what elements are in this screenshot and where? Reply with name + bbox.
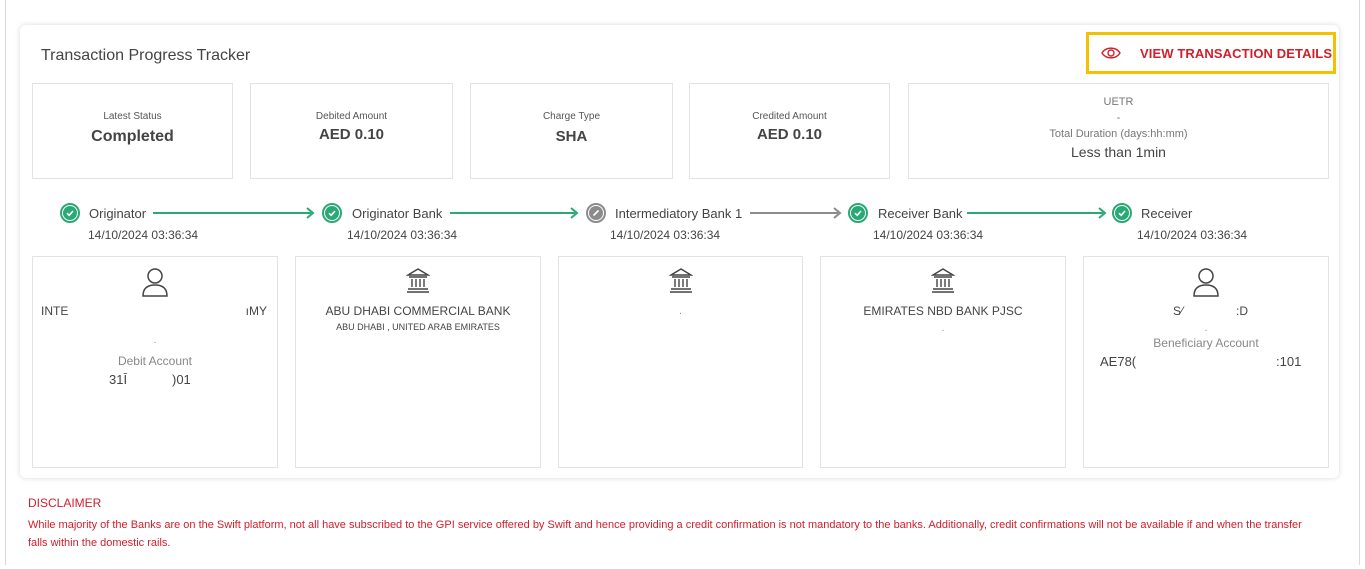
step-arrow-green: [153, 207, 315, 219]
step-originator-bank-check-icon: [322, 203, 342, 223]
eye-icon: [1101, 47, 1121, 59]
uetr-label: UETR: [1103, 96, 1134, 108]
debit-account-start: 31Ī: [109, 372, 128, 387]
step-receiver-date: 14/10/2024 03:36:34: [1137, 228, 1248, 242]
debit-account-end: )01: [172, 372, 191, 387]
step-intermediary-bank-date: 14/10/2024 03:36:34: [610, 228, 721, 242]
total-duration-value: Less than 1min: [1071, 144, 1166, 160]
receiver-bank-name: EMIRATES NBD BANK PJSC: [863, 304, 1023, 318]
uetr-value: -: [1116, 112, 1121, 124]
person-icon: [1193, 268, 1219, 297]
step-receiver-bank-name: Receiver Bank: [878, 206, 963, 221]
disclaimer-text: While majority of the Banks are on the S…: [28, 519, 1302, 549]
step-receiver-check-icon: [1112, 203, 1132, 223]
debited-amount-label: Debited Amount: [315, 111, 388, 122]
total-duration-label: Total Duration (days:hh:mm): [1049, 128, 1188, 140]
originator-card: INTE ıMY . Debit Account 31Ī )01: [32, 256, 278, 468]
view-transaction-details-label: VIEW TRANSACTION DETAILS: [1140, 45, 1333, 61]
step-receiver-bank-check-icon: [848, 203, 868, 223]
step-originator-name: Originator: [89, 206, 147, 221]
originator-name-end: ıMY: [245, 304, 267, 318]
originator-bank-name: ABU DHABI COMMERCIAL BANK: [325, 304, 511, 318]
step-arrow-green: [450, 207, 579, 219]
step-originator-check-icon: [60, 203, 80, 223]
charge-type-value: SHA: [555, 128, 588, 145]
receiver-card: S⁄ :D . Beneficiary Account AE78( :101: [1083, 256, 1329, 468]
step-arrow-grey: [750, 207, 842, 219]
credited-amount-box: Credited Amount AED 0.10: [689, 83, 890, 179]
originator-address: .: [153, 335, 157, 346]
debit-account-label: Debit Account: [117, 354, 193, 368]
charge-type-box: Charge Type SHA: [470, 83, 673, 179]
tracker-card: Transaction Progress Tracker VIEW TRANSA…: [20, 25, 1339, 478]
page-title: Transaction Progress Tracker: [41, 47, 251, 64]
originator-name-start: INTE: [41, 304, 69, 318]
step-receiver-name: Receiver: [1141, 206, 1193, 221]
credited-amount-label: Credited Amount: [752, 111, 827, 122]
latest-status-box: Latest Status Completed: [32, 83, 233, 179]
beneficiary-account-end: :101: [1276, 354, 1302, 369]
step-intermediary-bank-disabled-icon: [586, 203, 606, 223]
debited-amount-value: AED 0.10: [318, 126, 385, 143]
charge-type-label: Charge Type: [542, 111, 601, 122]
originator-bank-card: ABU DHABI COMMERCIAL BANK ABU DHABI , UN…: [295, 256, 541, 468]
latest-status-value: Completed: [91, 128, 174, 145]
receiver-name-start: S⁄: [1173, 304, 1184, 318]
bank-icon: [668, 268, 693, 293]
step-intermediary-bank-name: Intermediatory Bank 1: [615, 206, 743, 221]
bank-icon: [406, 268, 430, 293]
originator-bank-address: ABU DHABI , UNITED ARAB EMIRATES: [336, 322, 500, 332]
step-arrow-green: [967, 207, 1107, 219]
bank-icon: [931, 268, 955, 293]
step-receiver-bank-date: 14/10/2024 03:36:34: [873, 228, 984, 242]
debited-amount-box: Debited Amount AED 0.10: [250, 83, 453, 179]
view-transaction-details-button[interactable]: VIEW TRANSACTION DETAILS: [1086, 32, 1336, 74]
latest-status-label: Latest Status: [103, 111, 162, 122]
intermediary-bank-name: .: [679, 306, 682, 317]
beneficiary-account-label: Beneficiary Account: [1153, 336, 1259, 350]
intermediary-bank-card: .: [558, 256, 803, 468]
step-originator-bank-date: 14/10/2024 03:36:34: [347, 228, 458, 242]
step-originator-date: 14/10/2024 03:36:34: [88, 228, 199, 242]
receiver-address: .: [1204, 323, 1208, 334]
disclaimer-title: DISCLAIMER: [28, 496, 102, 510]
step-originator-bank-name: Originator Bank: [352, 206, 443, 221]
receiver-bank-address: .: [941, 323, 945, 334]
credited-amount-value: AED 0.10: [756, 126, 823, 143]
uetr-box: UETR - Total Duration (days:hh:mm) Less …: [908, 83, 1329, 179]
receiver-name-end: :D: [1236, 304, 1248, 318]
person-icon: [142, 268, 168, 297]
beneficiary-account-start: AE78(: [1100, 354, 1137, 369]
receiver-bank-card: EMIRATES NBD BANK PJSC .: [820, 256, 1066, 468]
